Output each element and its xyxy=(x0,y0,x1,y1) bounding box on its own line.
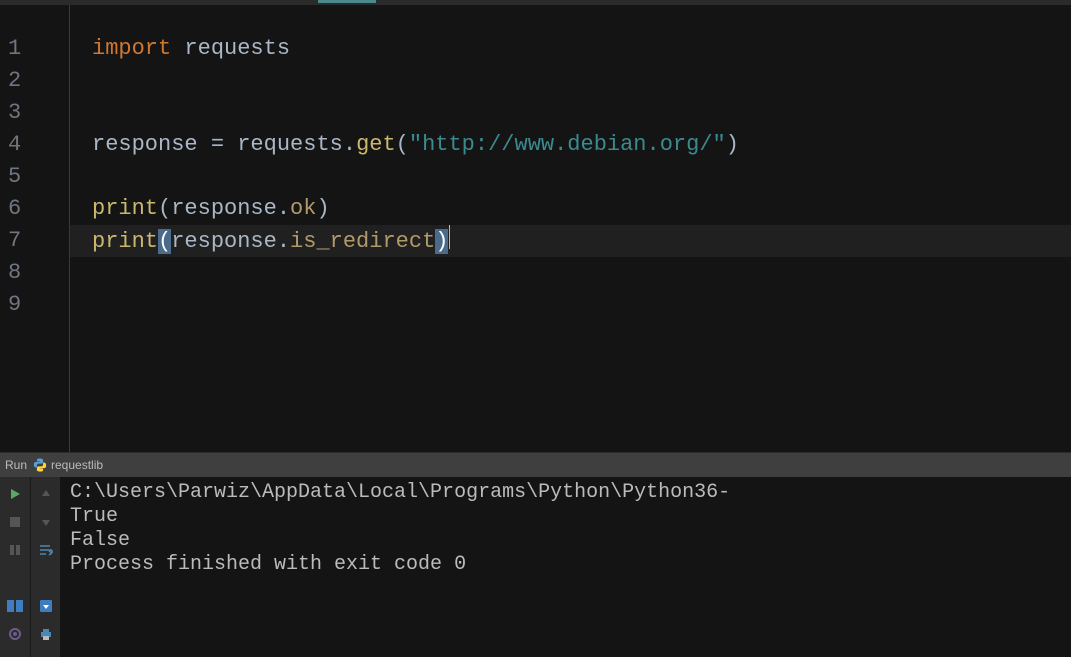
console-output[interactable]: C:\Users\Parwiz\AppData\Local\Programs\P… xyxy=(60,477,1071,657)
module-requests: requests xyxy=(184,36,290,61)
scroll-up-button[interactable] xyxy=(35,483,57,505)
stop-button[interactable] xyxy=(4,511,26,533)
console-line: True xyxy=(70,505,1061,529)
line-number: 4 xyxy=(0,129,69,161)
line-gutter: 1 2 3 4 5 6 7 8 9 xyxy=(0,5,70,452)
code-line-9[interactable] xyxy=(92,289,1071,321)
line-number: 3 xyxy=(0,97,69,129)
print-button[interactable] xyxy=(35,623,57,645)
code-line-4[interactable]: response = requests.get("http://www.debi… xyxy=(92,129,1071,161)
line-number: 9 xyxy=(0,289,69,321)
line-number: 1 xyxy=(0,33,69,65)
code-line-1[interactable]: import requests xyxy=(92,33,1071,65)
code-line-6[interactable]: print(response.ok) xyxy=(92,193,1071,225)
run-config-name: requestlib xyxy=(51,458,103,472)
scroll-down-button[interactable] xyxy=(35,511,57,533)
text-cursor xyxy=(449,225,450,249)
pause-button[interactable] xyxy=(4,539,26,561)
code-line-3[interactable] xyxy=(92,97,1071,129)
line-number: 7 xyxy=(0,225,69,257)
code-line-8[interactable] xyxy=(92,257,1071,289)
code-line-2[interactable] xyxy=(92,65,1071,97)
run-tool-window: Run requestlib xyxy=(0,452,1071,657)
line-number: 6 xyxy=(0,193,69,225)
run-header[interactable]: Run requestlib xyxy=(0,453,1071,477)
console-exit-line: Process finished with exit code 0 xyxy=(70,553,1061,577)
layout-button[interactable] xyxy=(4,595,26,617)
tab-indicator xyxy=(318,0,376,3)
code-content[interactable]: import requests response = requests.get(… xyxy=(70,5,1071,452)
soft-wrap-button[interactable] xyxy=(35,539,57,561)
rerun-button[interactable] xyxy=(4,483,26,505)
run-toolbar-primary xyxy=(0,477,30,657)
line-number: 5 xyxy=(0,161,69,193)
code-editor[interactable]: 1 2 3 4 5 6 7 8 9 import requests respon… xyxy=(0,5,1071,452)
line-number: 8 xyxy=(0,257,69,289)
matched-paren-close: ) xyxy=(435,229,448,254)
run-title: Run xyxy=(5,458,27,472)
python-icon xyxy=(33,458,47,472)
debug-button[interactable] xyxy=(4,623,26,645)
matched-paren-open: ( xyxy=(158,229,171,254)
line-number: 2 xyxy=(0,65,69,97)
keyword-import: import xyxy=(92,36,171,61)
run-toolbar-secondary xyxy=(30,477,60,657)
console-line: C:\Users\Parwiz\AppData\Local\Programs\P… xyxy=(70,481,1061,505)
console-line: False xyxy=(70,529,1061,553)
code-line-7[interactable]: print(response.is_redirect) xyxy=(92,225,1071,257)
scroll-to-end-button[interactable] xyxy=(35,595,57,617)
code-line-5[interactable] xyxy=(92,161,1071,193)
